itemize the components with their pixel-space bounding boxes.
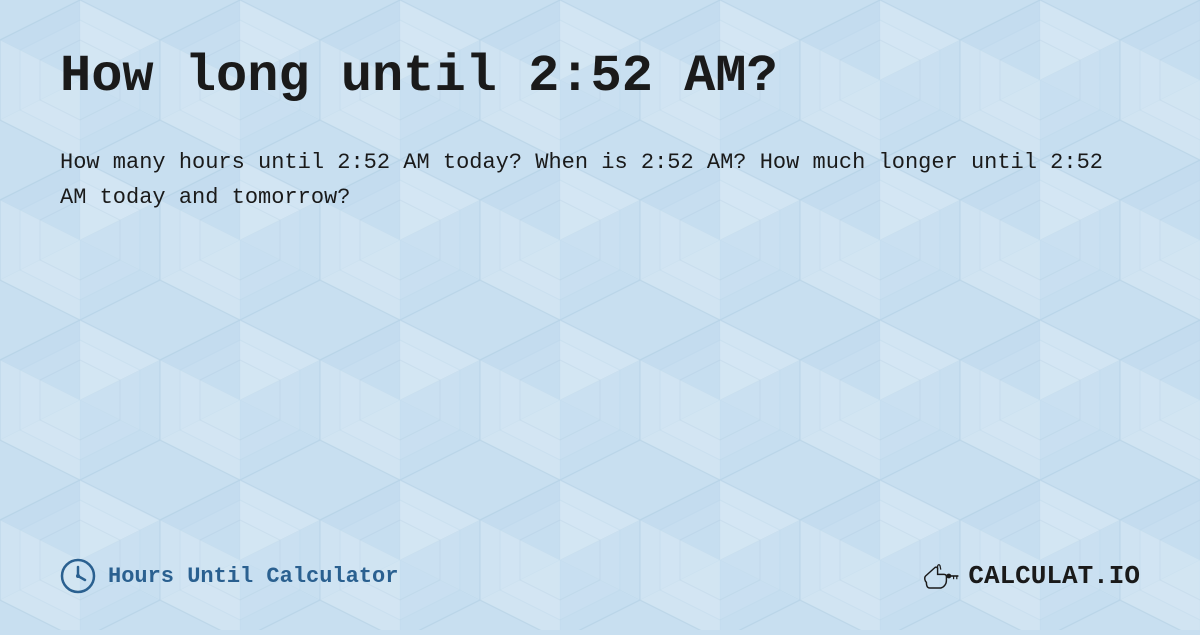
page-footer: Hours Until Calculator CALCULAT.IO [60, 558, 1140, 594]
clock-icon [60, 558, 96, 594]
site-branding-left: Hours Until Calculator [60, 558, 398, 594]
logo-hand-icon [920, 560, 960, 592]
page-description: How many hours until 2:52 AM today? When… [60, 145, 1120, 215]
page-title: How long until 2:52 AM? [60, 48, 1140, 105]
site-branding-right: CALCULAT.IO [920, 560, 1140, 592]
main-content: How long until 2:52 AM? How many hours u… [0, 0, 1200, 630]
logo-text: CALCULAT.IO [968, 561, 1140, 591]
footer-site-label: Hours Until Calculator [108, 564, 398, 589]
